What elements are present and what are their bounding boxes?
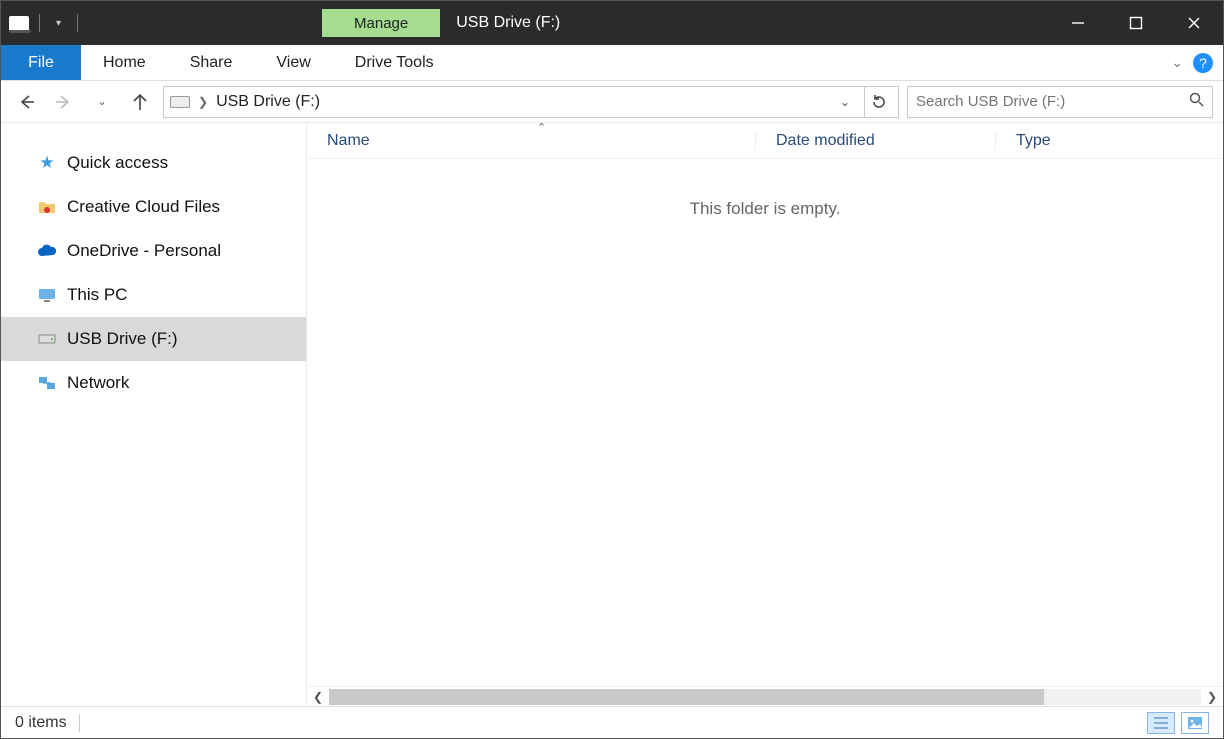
scroll-thumb[interactable]	[329, 689, 1044, 705]
search-input[interactable]	[916, 93, 1188, 110]
item-count: 0 items	[15, 714, 67, 732]
cloud-icon	[37, 241, 57, 261]
chevron-right-icon[interactable]: ❯	[198, 95, 208, 109]
separator	[77, 14, 78, 32]
content-pane: ⌃ Name Date modified Type This folder is…	[307, 123, 1223, 706]
sidebar-item-network[interactable]: Network	[1, 361, 306, 405]
sidebar-item-creative-cloud[interactable]: Creative Cloud Files	[1, 185, 306, 229]
pc-icon	[37, 285, 57, 305]
column-header-type[interactable]: Type	[995, 132, 1223, 150]
file-tab[interactable]: File	[1, 45, 81, 80]
file-list-area[interactable]	[307, 219, 1223, 686]
explorer-window: ▾ Manage USB Drive (F:) File Home Share …	[0, 0, 1224, 739]
contextual-tab-header: Manage	[322, 1, 440, 45]
ribbon-tabs: File Home Share View Drive Tools ⌄ ?	[1, 45, 1223, 81]
address-bar[interactable]: ❯ USB Drive (F:) ⌄	[163, 86, 899, 118]
scroll-track[interactable]	[329, 689, 1201, 705]
thumbnails-view-button[interactable]	[1181, 712, 1209, 734]
sidebar-item-quick-access[interactable]: ★ Quick access	[1, 141, 306, 185]
navigation-bar: ⌄ ❯ USB Drive (F:) ⌄	[1, 81, 1223, 123]
column-header-date[interactable]: Date modified	[755, 132, 995, 150]
sidebar-item-this-pc[interactable]: This PC	[1, 273, 306, 317]
tab-share[interactable]: Share	[168, 45, 255, 80]
back-button[interactable]	[11, 87, 41, 117]
forward-button[interactable]	[49, 87, 79, 117]
sidebar-item-label: Creative Cloud Files	[67, 197, 220, 217]
navigation-pane: ★ Quick access Creative Cloud Files OneD…	[1, 123, 307, 706]
tab-drive-tools[interactable]: Drive Tools	[333, 45, 456, 80]
column-header-name[interactable]: Name	[307, 132, 755, 150]
breadcrumb[interactable]: USB Drive (F:)	[216, 93, 320, 111]
window-title: USB Drive (F:)	[440, 1, 560, 45]
drive-icon	[9, 13, 29, 33]
sort-indicator-icon: ⌃	[537, 121, 546, 134]
close-button[interactable]	[1165, 1, 1223, 45]
title-bar: ▾ Manage USB Drive (F:)	[1, 1, 1223, 45]
star-icon: ★	[37, 153, 57, 173]
tab-view[interactable]: View	[254, 45, 332, 80]
empty-folder-message: This folder is empty.	[307, 159, 1223, 219]
drive-icon	[37, 329, 57, 349]
address-dropdown-icon[interactable]: ⌄	[840, 95, 850, 109]
scroll-left-icon[interactable]: ❮	[307, 690, 329, 704]
ribbon-expand-icon[interactable]: ⌄	[1171, 54, 1183, 71]
horizontal-scrollbar[interactable]: ❮ ❯	[307, 686, 1223, 706]
up-button[interactable]	[125, 87, 155, 117]
search-box[interactable]	[907, 86, 1213, 118]
minimize-button[interactable]	[1049, 1, 1107, 45]
scroll-right-icon[interactable]: ❯	[1201, 690, 1223, 704]
folder-cc-icon	[37, 197, 57, 217]
quick-access-toolbar: ▾	[1, 1, 82, 45]
sidebar-item-onedrive[interactable]: OneDrive - Personal	[1, 229, 306, 273]
column-headers: ⌃ Name Date modified Type	[307, 123, 1223, 159]
tab-home[interactable]: Home	[81, 45, 168, 80]
body: ★ Quick access Creative Cloud Files OneD…	[1, 123, 1223, 706]
view-switcher	[1147, 712, 1209, 734]
ribbon-right: ⌄ ?	[1171, 45, 1223, 80]
separator	[79, 714, 80, 732]
sidebar-item-label: OneDrive - Personal	[67, 241, 221, 261]
refresh-button[interactable]	[864, 87, 892, 117]
sidebar-item-label: This PC	[67, 285, 127, 305]
contextual-label: Manage	[322, 9, 440, 37]
recent-locations-dropdown[interactable]: ⌄	[87, 87, 117, 117]
network-icon	[37, 373, 57, 393]
sidebar-item-label: Network	[67, 373, 129, 393]
sidebar-item-label: USB Drive (F:)	[67, 329, 178, 349]
sidebar-item-label: Quick access	[67, 153, 168, 173]
sidebar-item-usb-drive[interactable]: USB Drive (F:)	[1, 317, 306, 361]
window-controls	[1049, 1, 1223, 45]
details-view-button[interactable]	[1147, 712, 1175, 734]
qat-dropdown[interactable]: ▾	[50, 18, 67, 29]
status-bar: 0 items	[1, 706, 1223, 738]
separator	[39, 14, 40, 32]
maximize-button[interactable]	[1107, 1, 1165, 45]
search-icon[interactable]	[1188, 91, 1204, 112]
drive-icon	[170, 96, 190, 108]
help-icon[interactable]: ?	[1193, 53, 1213, 73]
